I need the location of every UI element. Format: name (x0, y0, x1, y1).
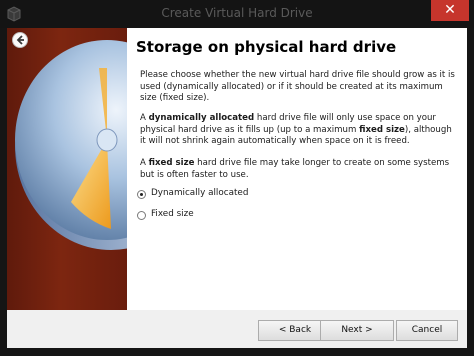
cancel-button[interactable]: Cancel (396, 320, 458, 341)
paragraph-3-prefix: A (140, 158, 149, 168)
wizard-page: Storage on physical hard drive Please ch… (7, 28, 467, 310)
description-paragraph-3: A fixed size hard drive file may take lo… (140, 158, 456, 181)
title-bar[interactable]: Create Virtual Hard Drive ✕ (0, 0, 474, 28)
back-arrow-icon (16, 35, 24, 45)
radio-label[interactable]: Fixed size (151, 209, 194, 219)
paragraph-3-term: fixed size (148, 158, 195, 168)
back-nav-button[interactable] (12, 32, 28, 48)
dialog-window: Create Virtual Hard Drive ✕ Storage on p… (0, 0, 474, 356)
paragraph-2-term-2: fixed size (359, 124, 405, 135)
close-button[interactable]: ✕ (431, 0, 469, 21)
paragraph-2-prefix: A (140, 113, 149, 123)
close-icon: ✕ (444, 2, 456, 18)
next-button[interactable]: Next > (320, 320, 394, 341)
paragraph-2-term: dynamically allocated (148, 113, 255, 123)
description-paragraph-2: A dynamically allocated hard drive file … (140, 113, 456, 148)
page-title: Storage on physical hard drive (136, 38, 397, 56)
radio-button-unchecked[interactable] (137, 211, 146, 220)
hard-drive-disk-icon (15, 40, 127, 250)
button-bar: < Back Next > Cancel (7, 310, 467, 348)
radio-button-checked[interactable] (137, 190, 146, 199)
wizard-side-panel (7, 28, 127, 310)
radio-label[interactable]: Dynamically allocated (151, 188, 248, 198)
window-title: Create Virtual Hard Drive (161, 6, 313, 20)
description-paragraph-1: Please choose whether the new virtual ha… (140, 70, 455, 103)
